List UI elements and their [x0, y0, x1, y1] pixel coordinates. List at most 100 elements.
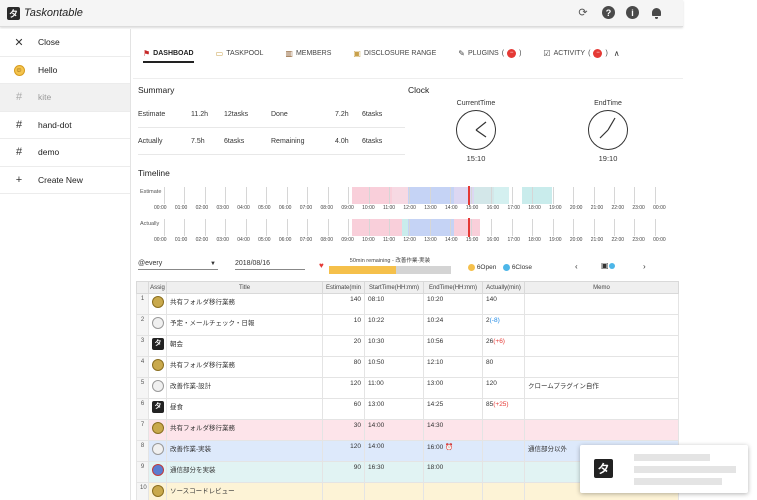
bell-icon[interactable]: [650, 6, 663, 19]
actually-cell[interactable]: 26(+6): [482, 335, 525, 357]
title-cell[interactable]: 予定・メールチェック・日報: [166, 314, 323, 336]
start-time-cell[interactable]: 16:30: [364, 461, 424, 483]
table-row[interactable]: 1 共有フォルダ移行業務 140 08:10 10:20 140: [136, 293, 679, 315]
end-time-cell[interactable]: 10:56: [423, 335, 483, 357]
memo-cell[interactable]: [524, 398, 679, 420]
estimate-cell[interactable]: 20: [322, 335, 365, 357]
start-time-cell[interactable]: 08:10: [364, 293, 424, 315]
actually-cell[interactable]: [482, 482, 525, 500]
assignee-cell[interactable]: [148, 314, 167, 336]
title-cell[interactable]: 共有フォルダ移行業務: [166, 356, 323, 378]
end-time-cell[interactable]: 14:25: [423, 398, 483, 420]
actually-cell[interactable]: 140: [482, 293, 525, 315]
table-row[interactable]: 6 タ昼食 60 13:00 14:25 85(+25): [136, 398, 679, 420]
sidebar-item-close[interactable]: ✕ Close: [0, 29, 130, 57]
table-row[interactable]: 4 共有フォルダ移行業務 80 10:50 12:10 80: [136, 356, 679, 378]
chevron-up-icon[interactable]: ∧: [614, 49, 620, 58]
table-row[interactable]: 7 共有フォルダ移行業務 30 14:00 14:30: [136, 419, 679, 441]
estimate-cell[interactable]: 120: [322, 377, 365, 399]
sidebar-item-hand-dot[interactable]: # hand-dot: [0, 112, 130, 139]
actually-cell[interactable]: [482, 440, 525, 462]
estimate-cell[interactable]: 120: [322, 440, 365, 462]
sidebar-item-hello[interactable]: ☺ Hello: [0, 57, 130, 84]
next-date-button[interactable]: ›: [643, 262, 646, 271]
assignee-cell[interactable]: [148, 419, 167, 441]
start-time-cell[interactable]: 14:00: [364, 419, 424, 441]
start-time-cell[interactable]: 14:00: [364, 440, 424, 462]
end-time-cell[interactable]: 14:30: [423, 419, 483, 441]
memo-cell[interactable]: クロームプラグイン自作: [524, 377, 679, 399]
actually-cell[interactable]: 80: [482, 356, 525, 378]
start-time-cell[interactable]: 10:50: [364, 356, 424, 378]
estimate-cell[interactable]: 80: [322, 356, 365, 378]
table-row[interactable]: 2 予定・メールチェック・日報 10 10:22 10:24 2(-8): [136, 314, 679, 336]
estimate-cell[interactable]: 140: [322, 293, 365, 315]
estimate-cell[interactable]: 10: [322, 314, 365, 336]
start-time-cell[interactable]: 11:00: [364, 377, 424, 399]
title-cell[interactable]: 改善作業-設計: [166, 377, 323, 399]
tab-disclosure-range[interactable]: ▣ DISCLOSURE RANGE: [353, 49, 436, 58]
title-cell[interactable]: 共有フォルダ移行業務: [166, 419, 323, 441]
tab-dashboard[interactable]: ⚑ DASHBOAD: [143, 49, 194, 63]
table-row[interactable]: 5 改善作業-設計 120 11:00 13:00 120 クロームプラグイン自作: [136, 377, 679, 399]
actually-cell[interactable]: [482, 461, 525, 483]
info-icon[interactable]: i: [626, 6, 639, 19]
assignee-cell[interactable]: [148, 461, 167, 483]
end-time-cell[interactable]: 10:20: [423, 293, 483, 315]
sidebar-item-demo[interactable]: # demo: [0, 139, 130, 167]
tab-taskpool[interactable]: ▭ TASKPOOL: [216, 49, 264, 58]
date-input[interactable]: 2018/08/16: [235, 260, 305, 270]
title-cell[interactable]: 共有フォルダ移行業務: [166, 293, 323, 315]
table-row[interactable]: 3 タ朝会 20 10:30 10:56 26(+6): [136, 335, 679, 357]
sidebar-item-kite[interactable]: # kite: [0, 84, 130, 112]
title-cell[interactable]: 朝会: [166, 335, 323, 357]
view-toggle-button[interactable]: ▣: [601, 261, 615, 270]
assignee-cell[interactable]: [148, 293, 167, 315]
start-time-cell[interactable]: 10:30: [364, 335, 424, 357]
prev-date-button[interactable]: ‹: [575, 262, 578, 271]
estimate-cell[interactable]: 60: [322, 398, 365, 420]
estimate-cell[interactable]: 90: [322, 461, 365, 483]
estimate-cell[interactable]: 30: [322, 419, 365, 441]
assignee-cell[interactable]: [148, 356, 167, 378]
column-header[interactable]: [136, 281, 149, 294]
end-time-cell[interactable]: [423, 482, 483, 500]
memo-cell[interactable]: [524, 419, 679, 441]
tab-plugins[interactable]: ✎ PLUGINS (−): [458, 49, 521, 58]
column-header[interactable]: Title: [166, 281, 323, 294]
column-header[interactable]: Estimate(min: [322, 281, 365, 294]
column-header[interactable]: StartTime(HH:mm): [364, 281, 424, 294]
estimate-cell[interactable]: [322, 482, 365, 500]
actually-cell[interactable]: 120: [482, 377, 525, 399]
column-header[interactable]: EndTime(HH:mm): [423, 281, 483, 294]
start-time-cell[interactable]: [364, 482, 424, 500]
memo-cell[interactable]: [524, 335, 679, 357]
start-time-cell[interactable]: 13:00: [364, 398, 424, 420]
title-cell[interactable]: 改善作業-実装: [166, 440, 323, 462]
memo-cell[interactable]: [524, 314, 679, 336]
column-header[interactable]: Actually(min): [482, 281, 525, 294]
end-time-cell[interactable]: 18:00: [423, 461, 483, 483]
actually-cell[interactable]: 2(-8): [482, 314, 525, 336]
assignee-cell[interactable]: [148, 440, 167, 462]
end-time-cell[interactable]: 16:00 ⏰: [423, 440, 483, 462]
column-header[interactable]: Memo: [524, 281, 679, 294]
notification-toast[interactable]: タ: [580, 445, 748, 493]
start-time-cell[interactable]: 10:22: [364, 314, 424, 336]
assignee-cell[interactable]: タ: [148, 335, 167, 357]
end-time-cell[interactable]: 12:10: [423, 356, 483, 378]
member-filter-select[interactable]: @every ▼: [138, 260, 218, 270]
assignee-cell[interactable]: [148, 377, 167, 399]
column-header[interactable]: Assig: [148, 281, 167, 294]
memo-cell[interactable]: [524, 293, 679, 315]
memo-cell[interactable]: [524, 356, 679, 378]
assignee-cell[interactable]: タ: [148, 398, 167, 420]
tab-members[interactable]: ▥ MEMBERS: [285, 49, 331, 58]
title-cell[interactable]: 昼食: [166, 398, 323, 420]
sync-icon[interactable]: ⟳: [575, 6, 591, 19]
tab-activity[interactable]: ☑ ACTIVITY (−): [543, 49, 608, 58]
sidebar-item-create-new[interactable]: + Create New: [0, 167, 130, 194]
end-time-cell[interactable]: 13:00: [423, 377, 483, 399]
help-icon[interactable]: ?: [602, 6, 615, 19]
assignee-cell[interactable]: [148, 482, 167, 500]
